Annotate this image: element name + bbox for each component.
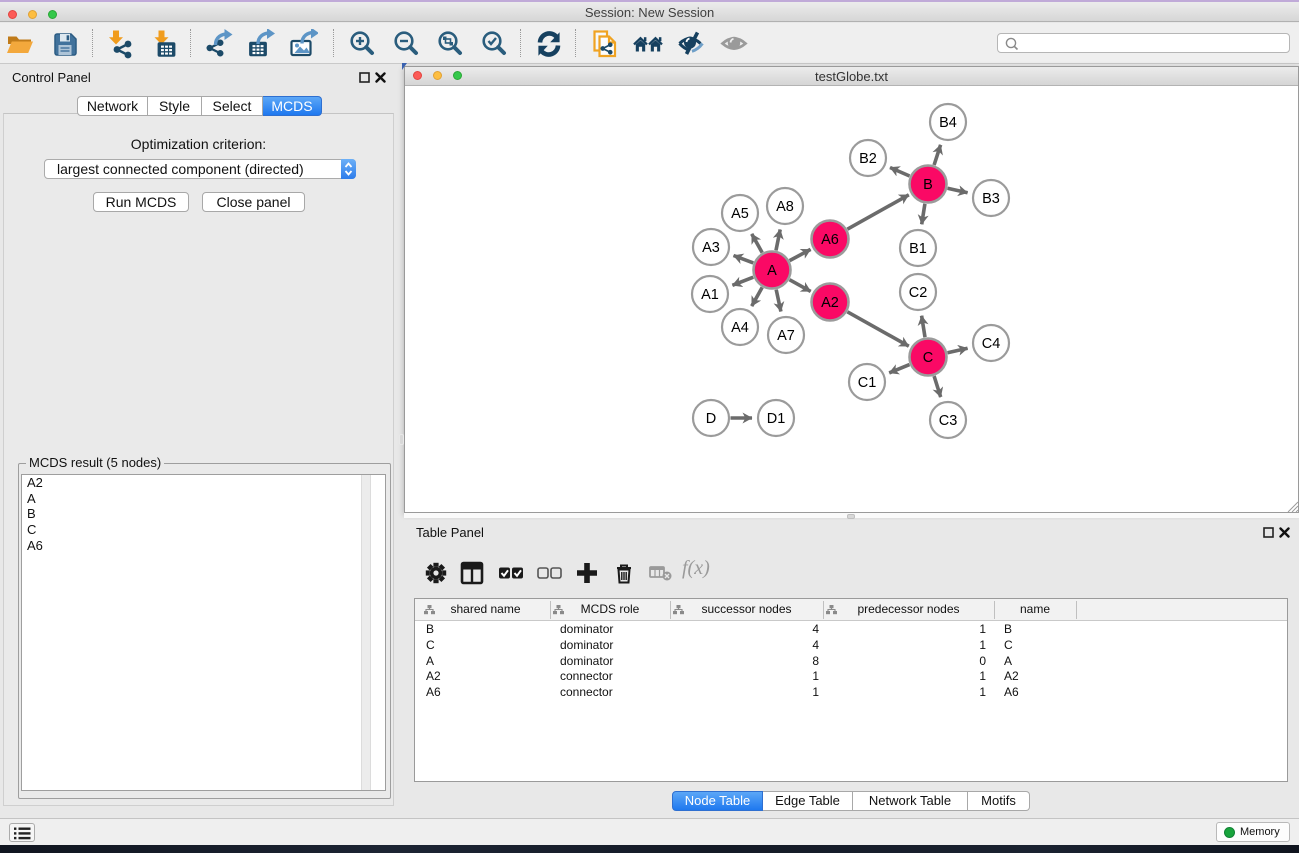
svg-text:B2: B2 [859, 151, 877, 167]
svg-text:C: C [923, 350, 933, 366]
svg-text:A3: A3 [702, 240, 720, 256]
svg-text:A5: A5 [731, 206, 749, 222]
svg-text:A4: A4 [731, 320, 749, 336]
svg-text:C1: C1 [858, 375, 877, 391]
svg-text:A8: A8 [776, 199, 794, 215]
svg-text:A: A [767, 263, 777, 279]
svg-text:C4: C4 [982, 336, 1001, 352]
svg-text:B1: B1 [909, 241, 927, 257]
svg-text:C2: C2 [909, 285, 928, 301]
svg-text:B3: B3 [982, 191, 1000, 207]
svg-text:B: B [923, 177, 933, 193]
svg-text:C3: C3 [939, 413, 958, 429]
svg-text:D1: D1 [767, 411, 786, 427]
svg-text:D: D [706, 411, 716, 427]
svg-text:A7: A7 [777, 328, 795, 344]
svg-text:A6: A6 [821, 232, 839, 248]
svg-text:B4: B4 [939, 115, 957, 131]
svg-text:A2: A2 [821, 295, 839, 311]
svg-text:A1: A1 [701, 287, 719, 303]
